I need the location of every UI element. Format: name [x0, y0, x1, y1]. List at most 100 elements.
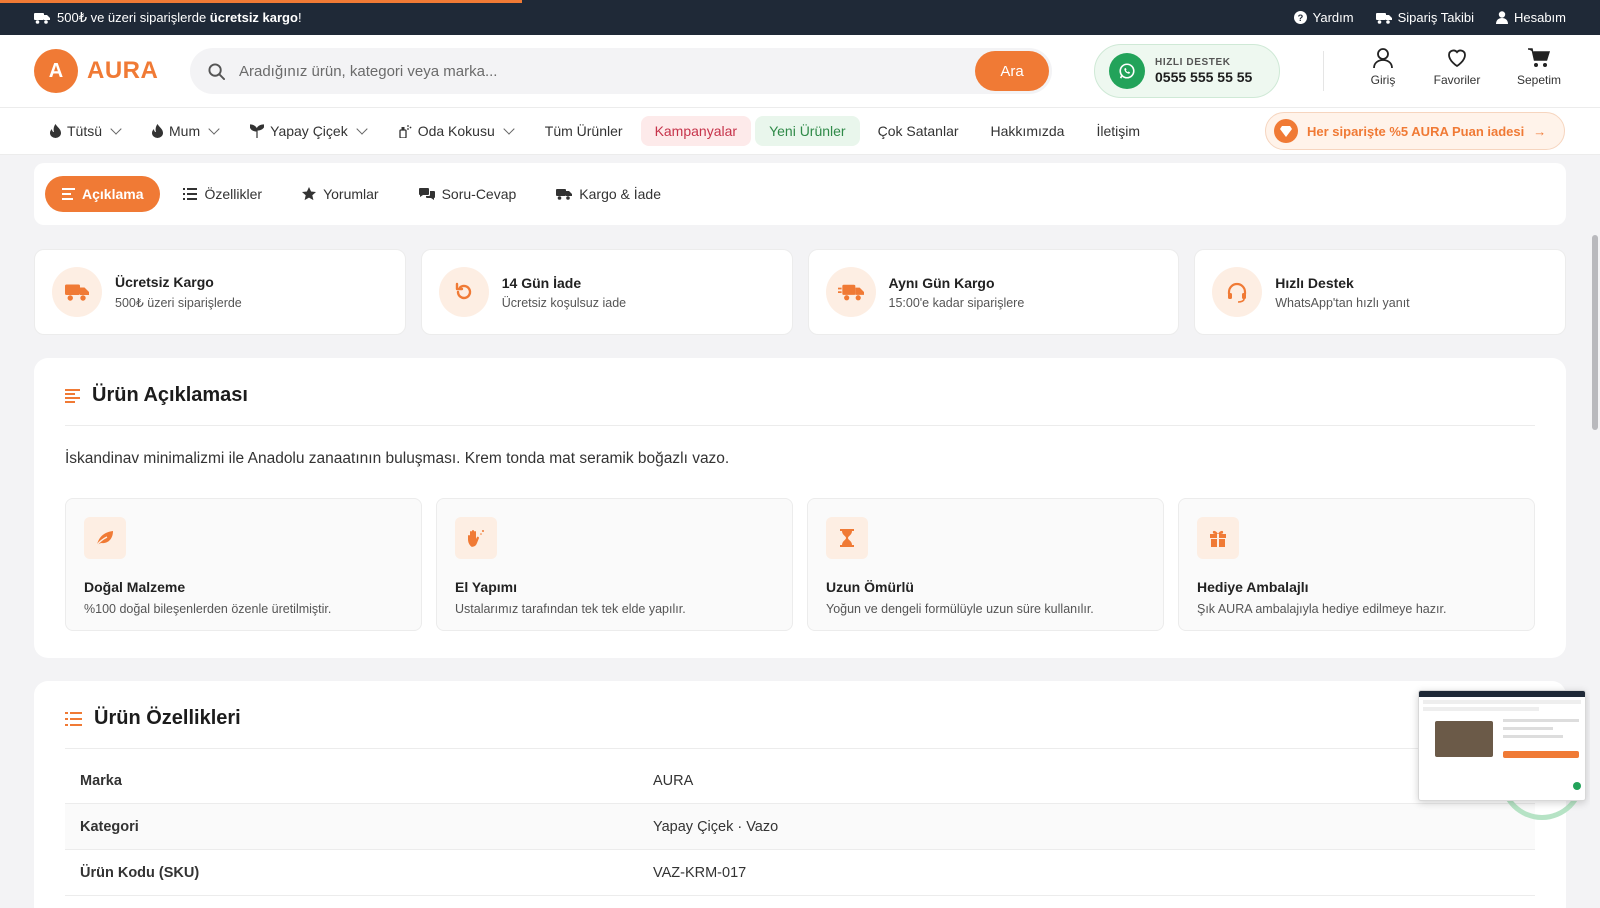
nav-item-oda-kokusu[interactable]: Oda Kokusu [384, 116, 527, 146]
help-link-label: Yardım [1312, 10, 1354, 25]
benefit-returns: 14 Gün İade Ücretsiz koşulsuz iade [420, 249, 793, 335]
table-row: Marka AURA [65, 758, 1535, 804]
nav-label: Mum [169, 123, 201, 139]
spray-bottle-icon [399, 125, 412, 138]
tab-label: Özellikler [204, 186, 263, 202]
highlight-title: El Yapımı [455, 579, 517, 595]
flame-icon [50, 124, 61, 138]
chevron-down-icon [356, 123, 368, 135]
nav-item-cok-satanlar[interactable]: Çok Satanlar [864, 116, 973, 146]
spec-key: Ürün Kodu (SKU) [80, 864, 200, 881]
scrollbar-thumb[interactable] [1592, 235, 1598, 430]
fast-truck-icon [825, 267, 876, 317]
hourglass-icon [826, 517, 868, 559]
nav-label: İletişim [1096, 123, 1141, 139]
page-progress-bar [0, 0, 522, 3]
site-header: A AURA Aradığınız ürün, kategori veya ma… [0, 35, 1600, 107]
nav-item-yeni-urunler[interactable]: Yeni Ürünler [755, 116, 860, 146]
tab-kargo-iade[interactable]: Kargo & İade [539, 176, 678, 212]
logo-name: AURA [87, 57, 159, 84]
points-promo-banner[interactable]: Her siparişte %5 AURA Puan iadesi → [1265, 112, 1565, 150]
favorites-label: Favoriler [1433, 73, 1481, 87]
nav-item-kampanyalar[interactable]: Kampanyalar [640, 116, 752, 146]
chevron-down-icon [503, 123, 515, 135]
highlight-natural: Doğal Malzeme %100 doğal bileşenlerden ö… [65, 498, 422, 631]
login-label: Giriş [1370, 73, 1396, 87]
login-button[interactable]: Giriş [1350, 47, 1416, 87]
nav-label: Hakkımızda [990, 123, 1065, 139]
account-link[interactable]: Hesabım [1495, 10, 1566, 25]
spec-value: AURA [653, 772, 694, 789]
cart-button[interactable]: Sepetim [1498, 47, 1580, 87]
truck-icon [34, 12, 50, 24]
tab-soru-cevap[interactable]: Soru-Cevap [402, 176, 534, 212]
nav-label: Tütsü [67, 123, 103, 139]
tab-aciklama[interactable]: Açıklama [45, 176, 161, 212]
user-icon [1373, 48, 1393, 69]
announcement: 500₺ ve üzeri siparişlerde ücretsiz karg… [34, 10, 302, 26]
tab-ozellikler[interactable]: Özellikler [166, 176, 279, 212]
highlight-handmade: El Yapımı Ustalarımız tarafından tek tek… [436, 498, 793, 631]
benefit-title: 14 Gün İade [501, 274, 582, 291]
spec-key: Marka [80, 772, 122, 789]
main-navigation: Tütsü Mum Yapay Çiçek Oda Kokusu Tüm Ürü… [0, 107, 1600, 155]
product-description-section: Ürün Açıklaması İskandinav minimalizmi i… [34, 358, 1566, 658]
nav-label: Yeni Ürünler [769, 123, 846, 139]
chevron-down-icon [208, 123, 220, 135]
description-text: İskandinav minimalizmi ile Anadolu zanaa… [65, 450, 730, 467]
search-bar: Aradığınız ürün, kategori veya marka... … [190, 48, 1052, 94]
logo[interactable]: A AURA [34, 49, 158, 93]
specs-table: Marka AURA Kategori Yapay Çiçek · Vazo Ü… [65, 758, 1535, 896]
highlight-subtitle: Ustalarımız tarafından tek tek elde yapı… [455, 602, 686, 616]
header-divider [1323, 51, 1324, 91]
star-icon [302, 187, 317, 201]
align-left-icon [65, 388, 80, 403]
gem-icon [1274, 119, 1298, 143]
headset-icon [1212, 267, 1263, 317]
benefit-support: Hızlı Destek WhatsApp'tan hızlı yanıt [1194, 249, 1566, 335]
favorites-button[interactable]: Favoriler [1416, 47, 1498, 87]
support-label: HIZLI DESTEK [1155, 57, 1231, 68]
chevron-down-icon [110, 123, 122, 135]
benefit-free-shipping: Ücretsiz Kargo 500₺ üzeri siparişlerde [34, 249, 406, 335]
screenshot-preview-thumbnail[interactable] [1418, 690, 1586, 801]
page-scrollbar[interactable] [1590, 155, 1600, 908]
top-announcement-bar: 500₺ ve üzeri siparişlerde ücretsiz karg… [0, 0, 1600, 35]
truck-icon [1375, 12, 1392, 24]
nav-label: Çok Satanlar [877, 123, 959, 139]
search-input[interactable]: Aradığınız ürün, kategori veya marka... [239, 63, 497, 80]
nav-item-tum-urunler[interactable]: Tüm Ürünler [531, 116, 637, 146]
nav-item-tutsu[interactable]: Tütsü [36, 116, 134, 146]
tab-yorumlar[interactable]: Yorumlar [285, 176, 396, 212]
rotate-left-icon [438, 267, 489, 317]
search-icon [208, 62, 225, 80]
nav-item-mum[interactable]: Mum [138, 116, 232, 146]
highlight-title: Doğal Malzeme [84, 579, 186, 595]
benefit-subtitle: 500₺ üzeri siparişlerde [115, 296, 242, 310]
nav-label: Oda Kokusu [417, 123, 495, 139]
nav-item-hakkimizda[interactable]: Hakkımızda [977, 116, 1079, 146]
benefit-title: Aynı Gün Kargo [888, 274, 995, 291]
highlight-title: Uzun Ömürlü [826, 579, 914, 595]
benefit-title: Hızlı Destek [1275, 274, 1354, 291]
highlight-subtitle: Yoğun ve dengeli formülüyle uzun süre ku… [826, 602, 1094, 616]
svg-text:?: ? [1297, 13, 1303, 23]
benefit-subtitle: Ücretsiz koşulsuz iade [501, 295, 627, 310]
nav-item-iletisim[interactable]: İletişim [1082, 116, 1154, 146]
table-row: Ürün Kodu (SKU) VAZ-KRM-017 [65, 850, 1535, 896]
promo-text: Her siparişte %5 AURA Puan iadesi [1307, 123, 1525, 139]
divider [65, 425, 1535, 426]
announcement-text: 500₺ ve üzeri siparişlerde [57, 9, 210, 25]
benefit-subtitle: 15:00'e kadar siparişlere [888, 295, 1025, 310]
list-icon [65, 711, 82, 726]
benefit-same-day: Aynı Gün Kargo 15:00'e kadar siparişlere [807, 249, 1180, 335]
quick-support-button[interactable]: HIZLI DESTEK 0555 555 55 55 [1094, 44, 1280, 98]
help-link[interactable]: ? Yardım [1293, 10, 1354, 25]
search-button[interactable]: Ara [975, 51, 1049, 91]
order-tracking-link[interactable]: Sipariş Takibi [1375, 10, 1474, 25]
order-tracking-label: Sipariş Takibi [1397, 10, 1474, 25]
hand-sparkles-icon [455, 517, 497, 559]
announcement-suffix: ! [297, 9, 302, 25]
nav-item-yapay-cicek[interactable]: Yapay Çiçek [236, 116, 380, 146]
spec-value: VAZ-KRM-017 [653, 864, 747, 881]
